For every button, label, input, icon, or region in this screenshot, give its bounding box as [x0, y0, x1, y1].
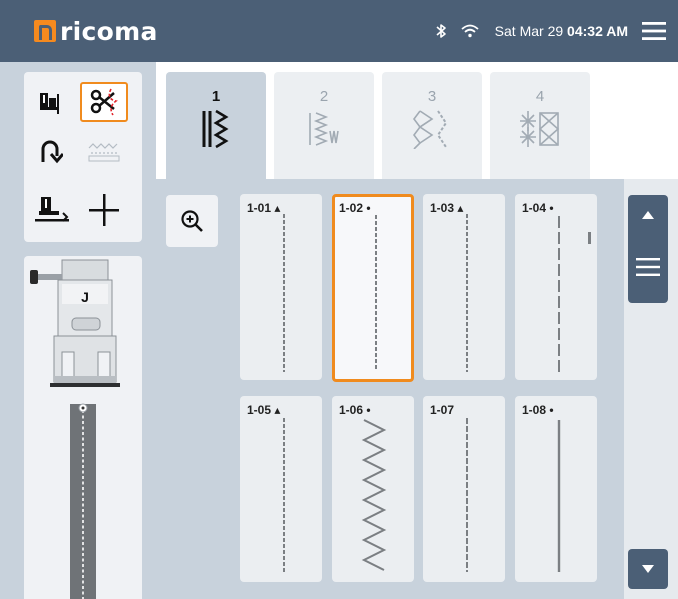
cross-stitch-icon: [520, 111, 560, 147]
needle-up-down-icon: [40, 93, 59, 114]
presser-foot-icon: [35, 197, 69, 222]
thread-cutter-icon: [90, 88, 118, 116]
top-bar: ricoma Sat Mar 29 04:32 AM: [0, 0, 678, 62]
reverse-stitch-icon: [41, 140, 63, 164]
straight-stitch-right-preview: [466, 214, 468, 372]
brand-name: ricoma: [60, 16, 158, 46]
wifi-icon: [461, 24, 479, 38]
needle-up-down-button[interactable]: [32, 86, 68, 122]
lock-stitch-button[interactable]: [80, 134, 128, 170]
stitch-card-1-01[interactable]: 1-01 ▴: [240, 194, 322, 380]
tab-category-1[interactable]: 1: [166, 72, 266, 179]
bluetooth-icon: [435, 23, 447, 39]
zoom-in-icon: [181, 210, 203, 232]
stitch-card-1-06[interactable]: 1-06 •: [332, 396, 414, 582]
straight-stitch-left-preview: [283, 214, 285, 372]
decorative-overlock-icon: [413, 110, 448, 149]
presser-foot-panel: J: [24, 256, 142, 599]
status-area: Sat Mar 29 04:32 AM: [435, 0, 666, 62]
scroll-down-icon: [642, 565, 654, 573]
tab-category-4[interactable]: 4: [490, 72, 590, 179]
scroll-up-button[interactable]: [628, 195, 668, 235]
stitch-card-1-07[interactable]: 1-07: [423, 396, 505, 582]
basting-stitch-preview: [558, 216, 591, 372]
scroll-down-button[interactable]: [628, 549, 668, 589]
brand-logo: ricoma: [34, 16, 158, 46]
tab-category-3[interactable]: 3: [382, 72, 482, 179]
scroll-thumb-icon: [636, 258, 660, 276]
stitch-card-1-04[interactable]: 1-04 •: [515, 194, 597, 380]
hamburger-menu-icon[interactable]: [642, 21, 666, 41]
status-date: Sat Mar 29: [494, 23, 564, 39]
scroll-up-icon: [642, 211, 654, 219]
logo-mark-icon: [34, 20, 56, 42]
needle-position-button[interactable]: [84, 190, 124, 230]
stitch-card-1-02[interactable]: 1-02 •: [332, 194, 414, 382]
stitch-card-1-03[interactable]: 1-03 ▴: [423, 194, 505, 380]
stitch-card-1-05[interactable]: 1-05 ▴: [240, 396, 322, 582]
reverse-stitch-button[interactable]: [32, 134, 68, 170]
stretch-stitch-icon: [309, 112, 339, 146]
lock-stitch-icon: [88, 143, 120, 162]
left-column: J: [0, 62, 156, 599]
triple-stretch-stitch-preview: [466, 418, 468, 572]
straight-stitch-preview: [283, 418, 285, 572]
straight-zigzag-icon: [202, 109, 229, 149]
tab-label: 4: [535, 88, 545, 105]
needle-position-icon: [89, 194, 119, 226]
tab-label: 1: [211, 88, 221, 105]
stitch-list-scrollbar[interactable]: [624, 179, 678, 599]
presser-foot-image: J: [30, 259, 120, 599]
presser-foot-button[interactable]: [32, 190, 72, 230]
scroll-thumb[interactable]: [628, 231, 668, 303]
zigzag-stitch-preview: [361, 419, 387, 571]
stitch-category-tabs: 1 2 3 4: [156, 62, 678, 179]
presser-foot-letter: J: [81, 289, 89, 305]
status-datetime: Sat Mar 29 04:32 AM: [495, 23, 628, 39]
status-time: 04:32 AM: [567, 23, 628, 39]
function-tools-panel: [24, 72, 142, 242]
thread-cutter-button[interactable]: [80, 82, 128, 122]
tab-label: 3: [427, 88, 437, 105]
zoom-button[interactable]: [166, 195, 218, 247]
stitch-card-1-08[interactable]: 1-08 •: [515, 396, 597, 582]
tab-label: 2: [319, 88, 329, 105]
stretch-stitch-preview: [557, 420, 561, 572]
tab-category-2[interactable]: 2: [274, 72, 374, 179]
straight-stitch-center-preview: [375, 215, 377, 369]
